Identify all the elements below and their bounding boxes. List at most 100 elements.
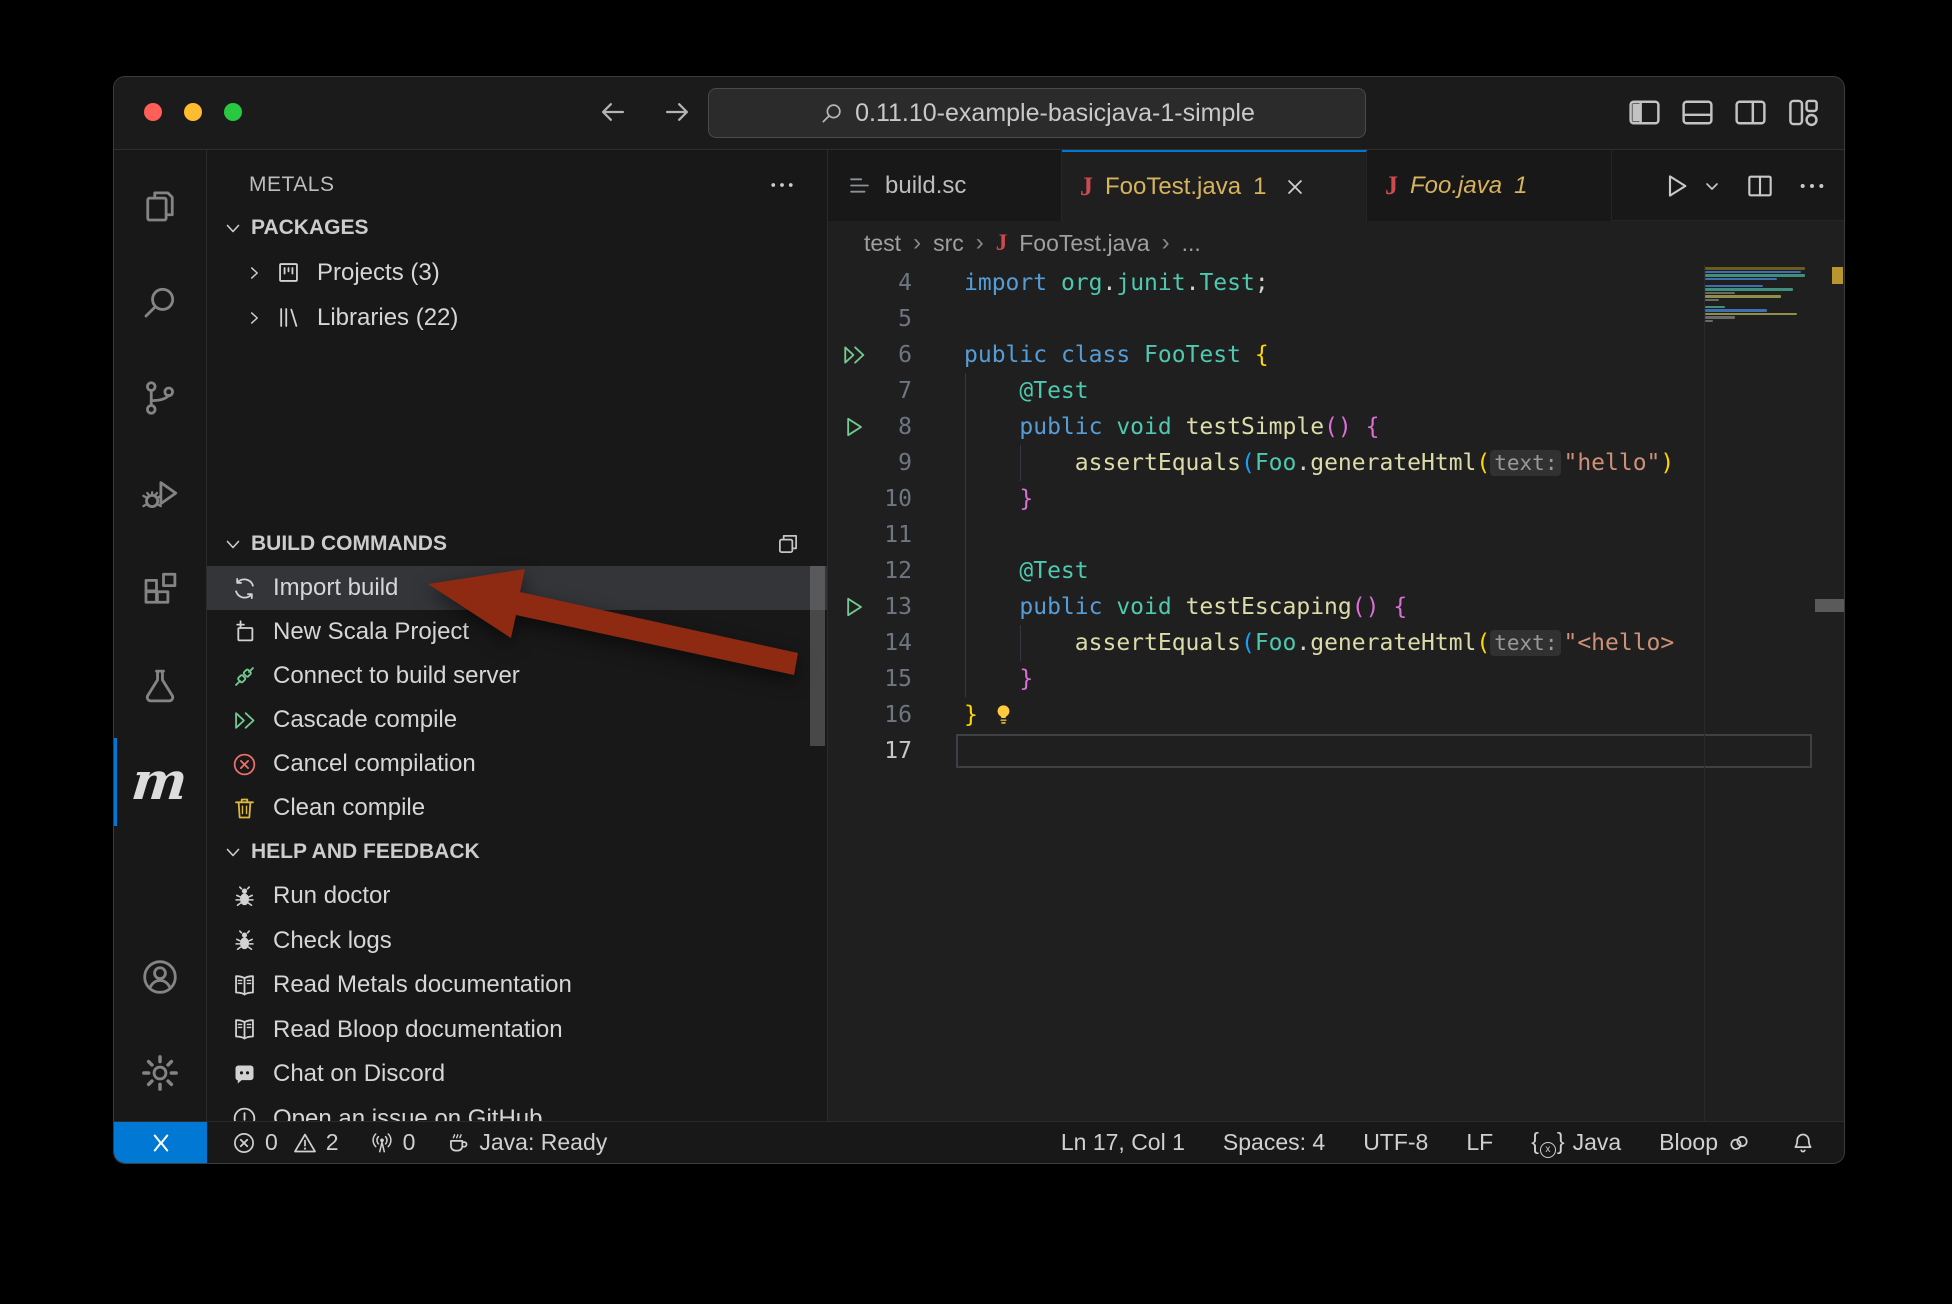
section-header-packages[interactable]: PACKAGES — [207, 206, 827, 250]
status-problems[interactable]: 02 — [231, 1129, 339, 1156]
sidebar-item-cancel-compilation[interactable]: Cancel compilation — [207, 742, 827, 786]
sidebar-item-new-scala-project[interactable]: New Scala Project — [207, 610, 827, 654]
sidebar-item-libraries-22-[interactable]: Libraries (22) — [207, 295, 827, 340]
code-text: assertEquals(Foo.generateHtml(text:"<hel… — [964, 625, 1674, 661]
status-text: Java — [1573, 1129, 1622, 1156]
copy-icon[interactable] — [775, 531, 801, 557]
breadcrumb-item[interactable]: FooTest.java — [1019, 230, 1149, 257]
metals-logo-icon: m — [130, 756, 190, 808]
section-label: BUILD COMMANDS — [251, 532, 447, 556]
current-line-highlight — [956, 734, 1812, 768]
status-eol[interactable]: LF — [1466, 1129, 1493, 1156]
run-dropdown-chevron-icon[interactable] — [1700, 174, 1724, 198]
remote-indicator[interactable] — [114, 1122, 207, 1163]
sidebar-item-read-metals-documentation[interactable]: Read Metals documentation — [207, 963, 827, 1008]
code-line-10: 10 } — [828, 481, 1844, 517]
status-bloop[interactable]: Bloop — [1659, 1129, 1752, 1156]
item-label: Read Bloop documentation — [273, 1016, 563, 1044]
close-window-button[interactable] — [144, 103, 162, 121]
activitybar-settings[interactable] — [114, 1025, 207, 1121]
traffic-lights — [144, 103, 242, 121]
status-notifications[interactable] — [1790, 1130, 1816, 1156]
item-label: Cancel compilation — [273, 750, 476, 778]
close-icon[interactable] — [1282, 174, 1308, 200]
activitybar-extensions[interactable] — [114, 542, 207, 638]
code-line-6: 6public class FooTest { — [828, 337, 1844, 373]
sidebar-item-read-bloop-documentation[interactable]: Read Bloop documentation — [207, 1008, 827, 1053]
code-line-16: 16} — [828, 697, 1844, 733]
status-language-mode[interactable]: {x}Java — [1531, 1128, 1621, 1158]
chevron-right-icon — [243, 262, 265, 284]
line-number: 10 — [856, 481, 912, 517]
code-line-7: 7 @Test — [828, 373, 1844, 409]
extensions-icon — [139, 569, 181, 611]
sidebar-item-projects-3-[interactable]: Projects (3) — [207, 250, 827, 295]
toggle-sidebar-icon[interactable] — [1626, 94, 1663, 131]
sidebar-scrollbar[interactable] — [810, 566, 825, 746]
status-cursor-position[interactable]: Ln 17, Col 1 — [1061, 1129, 1185, 1156]
problem-badge: 1 — [1253, 173, 1266, 201]
plug-icon — [231, 663, 258, 690]
minimap[interactable] — [1705, 267, 1817, 323]
toggle-secondary-sidebar-icon[interactable] — [1732, 94, 1769, 131]
activitybar-testing[interactable] — [114, 638, 207, 734]
status-part: 0 — [231, 1129, 278, 1156]
line-number: 13 — [856, 589, 912, 625]
sidebar-item-run-doctor[interactable]: Run doctor — [207, 874, 827, 919]
line-number: 15 — [856, 661, 912, 697]
code-text: @Test — [964, 553, 1089, 589]
sidebar-item-import-build[interactable]: Import build — [207, 566, 827, 610]
activitybar-source-control[interactable] — [114, 350, 207, 446]
section-help-feedback: HELP AND FEEDBACKRun doctorCheck logsRea… — [207, 830, 827, 1121]
toggle-panel-icon[interactable] — [1679, 94, 1716, 131]
back-arrow-icon[interactable] — [596, 95, 630, 129]
overview-warning-marker — [1832, 267, 1843, 284]
status-ports[interactable]: 0 — [369, 1129, 416, 1156]
tab-foo-java[interactable]: JFoo.java1 — [1367, 150, 1612, 221]
lightbulb-icon[interactable] — [990, 702, 1017, 729]
split-editor-icon[interactable] — [1744, 170, 1776, 202]
sidebar-item-cascade-compile[interactable]: Cascade compile — [207, 698, 827, 742]
bug-icon — [231, 883, 258, 910]
tab-footest-java[interactable]: JFooTest.java1 — [1062, 150, 1367, 222]
search-text: 0.11.10-example-basicjava-1-simple — [855, 99, 1255, 128]
status-text: Ln 17, Col 1 — [1061, 1129, 1185, 1156]
status-encoding[interactable]: UTF-8 — [1363, 1129, 1428, 1156]
book-icon — [231, 1016, 258, 1043]
breadcrumb-item[interactable]: ... — [1182, 230, 1201, 257]
minimize-window-button[interactable] — [184, 103, 202, 121]
section-header-help-feedback[interactable]: HELP AND FEEDBACK — [207, 830, 827, 874]
sidebar-item-chat-on-discord[interactable]: Chat on Discord — [207, 1052, 827, 1097]
testing-icon — [139, 665, 181, 707]
status-bar: 020Java: Ready Ln 17, Col 1Spaces: 4UTF-… — [114, 1121, 1844, 1163]
activitybar-run-debug[interactable] — [114, 446, 207, 542]
sidebar-item-check-logs[interactable]: Check logs — [207, 919, 827, 964]
customize-layout-icon[interactable] — [1785, 94, 1822, 131]
zoom-window-button[interactable] — [224, 103, 242, 121]
line-number: 11 — [856, 517, 912, 553]
forward-arrow-icon[interactable] — [660, 95, 694, 129]
tab-build-sc[interactable]: build.sc — [828, 150, 1062, 221]
ports-icon — [369, 1130, 395, 1156]
sidebar-item-connect-to-build-server[interactable]: Connect to build server — [207, 654, 827, 698]
more-actions-icon[interactable] — [1796, 170, 1828, 202]
more-actions-icon[interactable] — [767, 170, 797, 200]
activitybar-search[interactable] — [114, 254, 207, 350]
coffee-icon — [445, 1130, 471, 1156]
breadcrumb-item[interactable]: test — [864, 230, 901, 257]
editor-scrollbar[interactable] — [1815, 599, 1844, 612]
code-editor[interactable]: 4import org.junit.Test;56public class Fo… — [828, 265, 1844, 1121]
status-indentation[interactable]: Spaces: 4 — [1223, 1129, 1325, 1156]
err-icon — [231, 1130, 257, 1156]
activitybar-explorer[interactable] — [114, 158, 207, 254]
code-text: } — [964, 481, 1033, 517]
sidebar-item-clean-compile[interactable]: Clean compile — [207, 786, 827, 830]
run-file-icon[interactable] — [1660, 170, 1692, 202]
status-java-status[interactable]: Java: Ready — [445, 1129, 607, 1156]
section-header-build-commands[interactable]: BUILD COMMANDS — [207, 522, 827, 566]
command-center-search[interactable]: 0.11.10-example-basicjava-1-simple — [708, 88, 1366, 138]
sidebar-item-open-an-issue-on-github[interactable]: Open an issue on GitHub — [207, 1097, 827, 1122]
activitybar-metals[interactable]: m — [114, 734, 207, 830]
breadcrumb-item[interactable]: src — [933, 230, 964, 257]
activitybar-accounts[interactable] — [114, 929, 207, 1025]
